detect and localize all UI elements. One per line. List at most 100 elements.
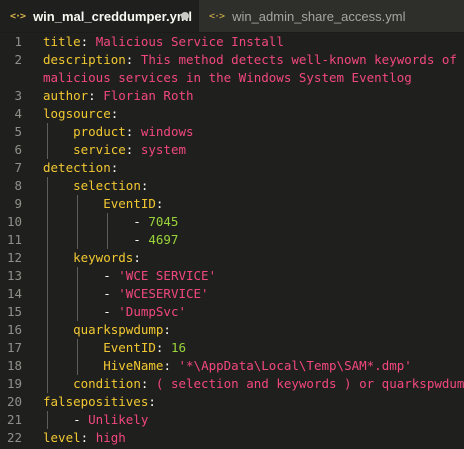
code-token: :: [110, 106, 119, 121]
code-text: logsource:: [43, 105, 118, 123]
code-line[interactable]: 18 HiveName: '*\AppData\Local\Temp\SAM*.…: [0, 357, 464, 375]
code-token: quarkspwdump: [73, 322, 164, 337]
line-number: 16: [6, 322, 22, 337]
code-token: :: [125, 124, 141, 139]
code-token: :: [80, 34, 96, 49]
code-line[interactable]: 5 product: windows: [0, 123, 464, 141]
code-text: title: Malicious Service Install: [43, 33, 284, 51]
line-number: 22: [6, 430, 22, 445]
code-line[interactable]: 12 keywords:: [0, 249, 464, 267]
code-line[interactable]: 14 - 'WCESERVICE': [0, 285, 464, 303]
code-token: author: [43, 88, 89, 103]
line-number: 2: [14, 52, 22, 67]
code-line[interactable]: 9 EventID:: [0, 195, 464, 213]
unsaved-dot-icon[interactable]: [181, 12, 189, 20]
code-line[interactable]: 17 EventID: 16: [0, 339, 464, 357]
code-token: condition: [73, 376, 141, 391]
file-code-icon: <·>: [10, 10, 26, 22]
code-line[interactable]: 4 logsource:: [0, 105, 464, 123]
code-line[interactable]: 16 quarkspwdump:: [0, 321, 464, 339]
code-token: Unlikely: [88, 412, 149, 427]
code-token: description: [43, 52, 126, 67]
line-number: 12: [6, 250, 22, 265]
code-text: quarkspwdump:: [43, 321, 171, 339]
line-number: 13: [6, 268, 22, 283]
line-number: 8: [14, 178, 22, 193]
line-number: 19: [6, 376, 22, 391]
code-text: product: windows: [43, 123, 193, 141]
code-token: malicious services in the Windows System…: [43, 70, 412, 85]
code-token: level: [43, 430, 81, 445]
code-token: 7045: [148, 214, 179, 229]
code-token: :: [163, 358, 179, 373]
code-line[interactable]: 15 - 'DumpSvc': [0, 303, 464, 321]
editor-window: <·> win_mal_creddumper.yml <·> win_admin…: [0, 0, 464, 449]
code-text: - 'DumpSvc': [43, 303, 186, 321]
code-token: :: [148, 394, 156, 409]
code-token: title: [43, 34, 81, 49]
code-token: :: [155, 196, 164, 211]
code-line[interactable]: 8 selection:: [0, 177, 464, 195]
code-token: :: [163, 322, 171, 337]
tab-win-admin-share-access[interactable]: <·> win_admin_share_access.yml: [199, 0, 464, 32]
code-text: - Unlikely: [43, 411, 148, 429]
line-number: 20: [6, 394, 22, 409]
line-number: 1: [14, 34, 22, 49]
code-token: This method detects well-known keywords …: [140, 52, 457, 67]
code-token: logsource: [43, 106, 111, 121]
tab-label: win_admin_share_access.yml: [232, 8, 406, 24]
code-text: falsepositives:: [43, 393, 156, 411]
code-line[interactable]: 1 title: Malicious Service Install: [0, 33, 464, 51]
line-number: 15: [6, 304, 22, 319]
code-token: '*\AppData\Local\Temp\SAM*.dmp': [178, 358, 412, 373]
code-token: keywords: [73, 250, 134, 265]
code-line[interactable]: 7 detection:: [0, 159, 464, 177]
code-token: detection: [43, 160, 111, 175]
line-number: 21: [6, 412, 22, 427]
code-line[interactable]: 21 - Unlikely: [0, 411, 464, 429]
code-line[interactable]: 10 - 7045: [0, 213, 464, 231]
line-number: 14: [6, 286, 22, 301]
code-editor[interactable]: 1 title: Malicious Service Install 2 descri…: [0, 33, 464, 449]
code-token: :: [125, 52, 141, 67]
code-line[interactable]: 3 author: Florian Roth: [0, 87, 464, 105]
code-line[interactable]: 6 service: system: [0, 141, 464, 159]
code-text: EventID: 16: [43, 339, 186, 357]
code-line[interactable]: malicious services in the Windows System…: [0, 69, 464, 87]
code-token: selection: [73, 178, 141, 193]
line-number: 4: [14, 106, 22, 121]
code-token: 4697: [148, 232, 179, 247]
code-token: 16: [170, 340, 187, 355]
code-token: -: [43, 214, 149, 229]
code-token: :: [88, 88, 104, 103]
code-line[interactable]: 11 - 4697: [0, 231, 464, 249]
code-token: high: [95, 430, 126, 445]
tab-label: win_mal_creddumper.yml: [33, 8, 193, 24]
code-token: -: [43, 286, 119, 301]
code-token: :: [140, 178, 149, 193]
code-line[interactable]: 20 falsepositives:: [0, 393, 464, 411]
code-token: EventID: [103, 196, 156, 211]
code-token: 'WCE SERVICE': [118, 268, 217, 283]
code-token: falsepositives: [43, 394, 149, 409]
code-token: -: [43, 232, 149, 247]
line-number: 7: [14, 160, 22, 175]
code-token: :: [80, 430, 96, 445]
code-token: :: [110, 160, 119, 175]
code-text: condition: ( selection and keywords ) or…: [43, 375, 464, 393]
code-line[interactable]: 2 description: This method detects well-k…: [0, 51, 464, 69]
tab-win-mal-creddumper[interactable]: <·> win_mal_creddumper.yml: [0, 0, 199, 32]
code-text: author: Florian Roth: [43, 87, 194, 105]
code-line[interactable]: 13 - 'WCE SERVICE': [0, 267, 464, 285]
code-token: -: [43, 304, 119, 319]
tab-bar: <·> win_mal_creddumper.yml <·> win_admin…: [0, 0, 464, 33]
code-text: service: system: [43, 141, 186, 159]
code-token: 'DumpSvc': [118, 304, 186, 319]
code-line[interactable]: 19 condition: ( selection and keywords )…: [0, 375, 464, 393]
code-line[interactable]: 22 level: high: [0, 429, 464, 447]
